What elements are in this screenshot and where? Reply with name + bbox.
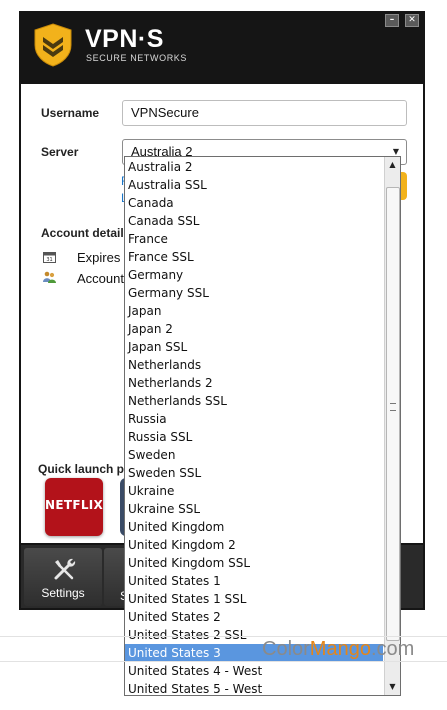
calendar-icon: 31 [43, 252, 56, 263]
server-option[interactable]: Japan 2 [128, 320, 382, 338]
server-option[interactable]: Australia SSL [128, 176, 382, 194]
server-option[interactable]: United Kingdom [128, 518, 382, 536]
server-dropdown-list[interactable]: Australia 2 Australia SSL Canada Canada SSL… [124, 156, 401, 696]
watermark-part-2: Mango [309, 638, 371, 660]
server-option[interactable]: Canada [128, 194, 382, 212]
expires-label: Expires [77, 250, 121, 265]
server-option[interactable]: Ukraine [128, 482, 382, 500]
server-option[interactable]: Russia [128, 410, 382, 428]
watermark-part-1: Color [262, 638, 310, 660]
server-option[interactable]: United States 5 - West [128, 680, 382, 698]
netflix-label: NETFLIX [45, 498, 104, 512]
scrollbar-thumb[interactable] [386, 187, 400, 641]
scrollbar-grip-icon [390, 403, 396, 411]
netflix-launch-button[interactable]: NETFLIX [45, 478, 103, 536]
settings-button[interactable]: Settings [24, 548, 102, 606]
minimize-button[interactable]: – [385, 14, 399, 27]
shield-logo-icon [34, 23, 72, 67]
svg-text:31: 31 [46, 257, 52, 263]
server-option[interactable]: France [128, 230, 382, 248]
settings-label: Settings [41, 586, 85, 600]
server-option[interactable]: Russia SSL [128, 428, 382, 446]
server-option[interactable]: United Kingdom 2 [128, 536, 382, 554]
username-field[interactable]: VPNSecure [122, 100, 407, 126]
quick-launch-heading: Quick launch po [38, 462, 132, 476]
watermark: ColorMango.com [262, 637, 414, 661]
close-button[interactable]: ✕ [405, 14, 419, 27]
account-label: Account [77, 271, 124, 286]
server-label: Server [41, 145, 79, 159]
server-option[interactable]: France SSL [128, 248, 382, 266]
server-option[interactable]: Japan SSL [128, 338, 382, 356]
server-option[interactable]: Netherlands 2 [128, 374, 382, 392]
brand-tagline: SECURE NETWORKS [86, 53, 188, 63]
connect-button[interactable] [401, 172, 407, 200]
server-option[interactable]: Sweden [128, 446, 382, 464]
server-option[interactable]: Germany SSL [128, 284, 382, 302]
server-option[interactable]: Sweden SSL [128, 464, 382, 482]
dropdown-scrollbar[interactable]: ▲ ▼ [384, 157, 400, 695]
brand-title: VPN·S [85, 25, 164, 53]
account-details-heading: Account details [41, 226, 131, 240]
server-option[interactable]: Netherlands [128, 356, 382, 374]
users-icon [43, 271, 56, 283]
tools-icon [54, 558, 76, 580]
server-option[interactable]: United States 2 [128, 608, 382, 626]
server-option[interactable]: Canada SSL [128, 212, 382, 230]
server-option[interactable]: United States 1 [128, 572, 382, 590]
server-option[interactable]: Japan [128, 302, 382, 320]
server-option[interactable]: Ukraine SSL [128, 500, 382, 518]
server-option[interactable]: Germany [128, 266, 382, 284]
server-option[interactable]: Netherlands SSL [128, 392, 382, 410]
watermark-part-3: .com [370, 638, 415, 660]
server-option[interactable]: United States 4 - West [128, 662, 382, 680]
scroll-up-arrow-icon[interactable]: ▲ [385, 157, 400, 173]
scroll-down-arrow-icon[interactable]: ▼ [385, 679, 400, 695]
server-option[interactable]: United States 1 SSL [128, 590, 382, 608]
server-option[interactable]: United Kingdom SSL [128, 554, 382, 572]
username-label: Username [41, 106, 100, 120]
server-option[interactable]: Australia 2 [128, 158, 382, 176]
